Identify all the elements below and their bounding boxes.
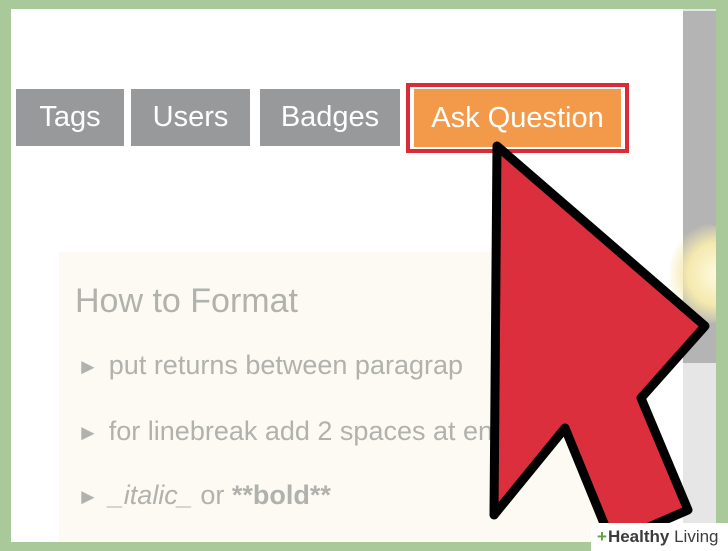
plus-logo-icon: +	[597, 527, 607, 546]
watermark-healthy: Healthy	[607, 527, 670, 546]
cursor-shape	[489, 141, 710, 548]
watermark-living: Living	[674, 527, 719, 546]
mouse-pointer-arrow-icon	[489, 141, 710, 548]
healthy-living-watermark: +Healthy Living	[591, 523, 728, 551]
